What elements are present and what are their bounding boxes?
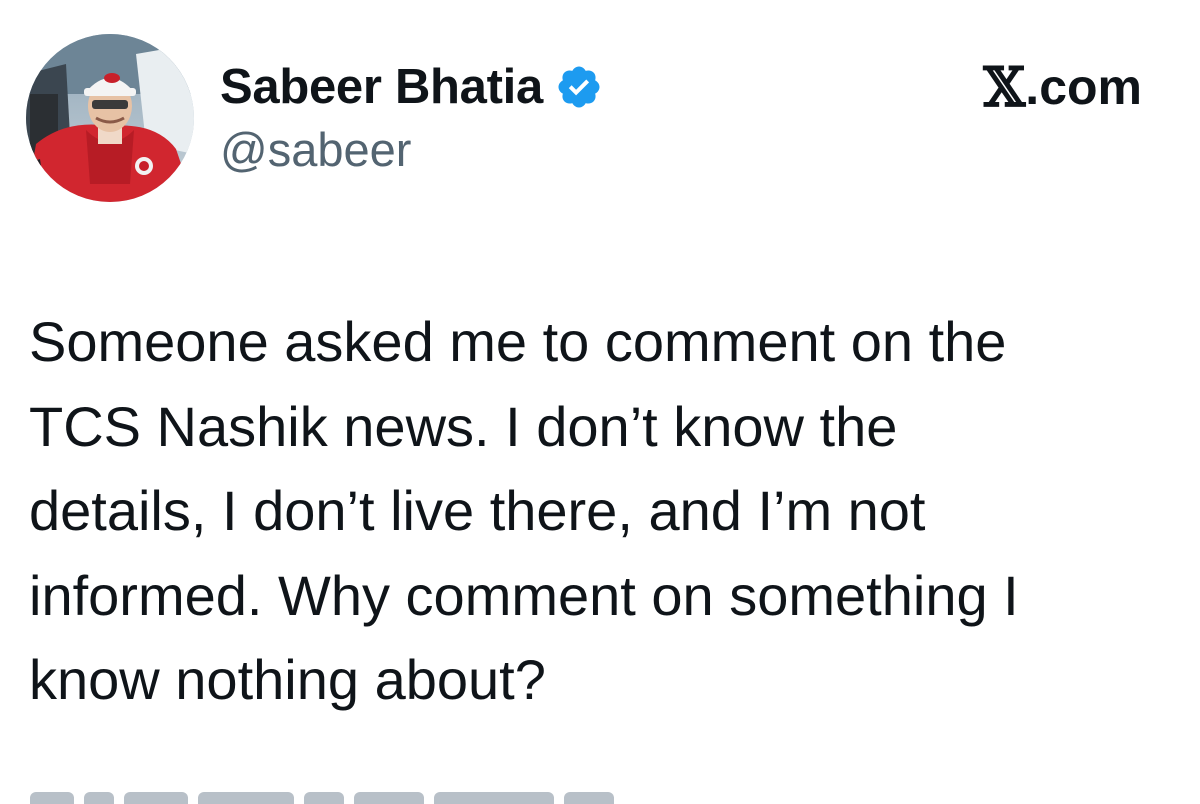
cropped-glyph	[30, 792, 74, 804]
tweet-line: informed. Why comment on something I	[29, 563, 1019, 627]
source-domain: .com	[1025, 59, 1142, 115]
tweet-line: TCS Nashik news. I don’t know the	[29, 394, 898, 458]
cropped-glyph	[434, 792, 554, 804]
tweet-line: know nothing about?	[29, 648, 546, 711]
cropped-glyph	[198, 792, 294, 804]
cropped-glyph	[124, 792, 188, 804]
tweet-text: Someone asked me to comment on the TCS N…	[29, 300, 1169, 723]
avatar[interactable]	[26, 34, 194, 202]
author-name-row[interactable]: Sabeer Bhatia	[220, 52, 603, 122]
avatar-photo	[26, 34, 194, 202]
cropped-glyph	[84, 792, 114, 804]
cropped-glyph	[564, 792, 614, 804]
x-logo-icon: 𝕏	[983, 55, 1026, 119]
cropped-glyph	[304, 792, 344, 804]
verified-badge-icon	[555, 63, 603, 111]
author-display-name[interactable]: Sabeer Bhatia	[220, 59, 543, 115]
tweet-line: Someone asked me to comment on the	[29, 310, 1007, 373]
author-handle[interactable]: @sabeer	[220, 122, 411, 177]
source-label: 𝕏 .com	[983, 56, 1142, 118]
tweet-card: Sabeer Bhatia @sabeer 𝕏 .com Someone aske…	[0, 0, 1200, 804]
cropped-glyph	[354, 792, 424, 804]
cropped-timestamp-row	[30, 792, 650, 804]
tweet-line: details, I don’t live there, and I’m not	[29, 479, 926, 542]
